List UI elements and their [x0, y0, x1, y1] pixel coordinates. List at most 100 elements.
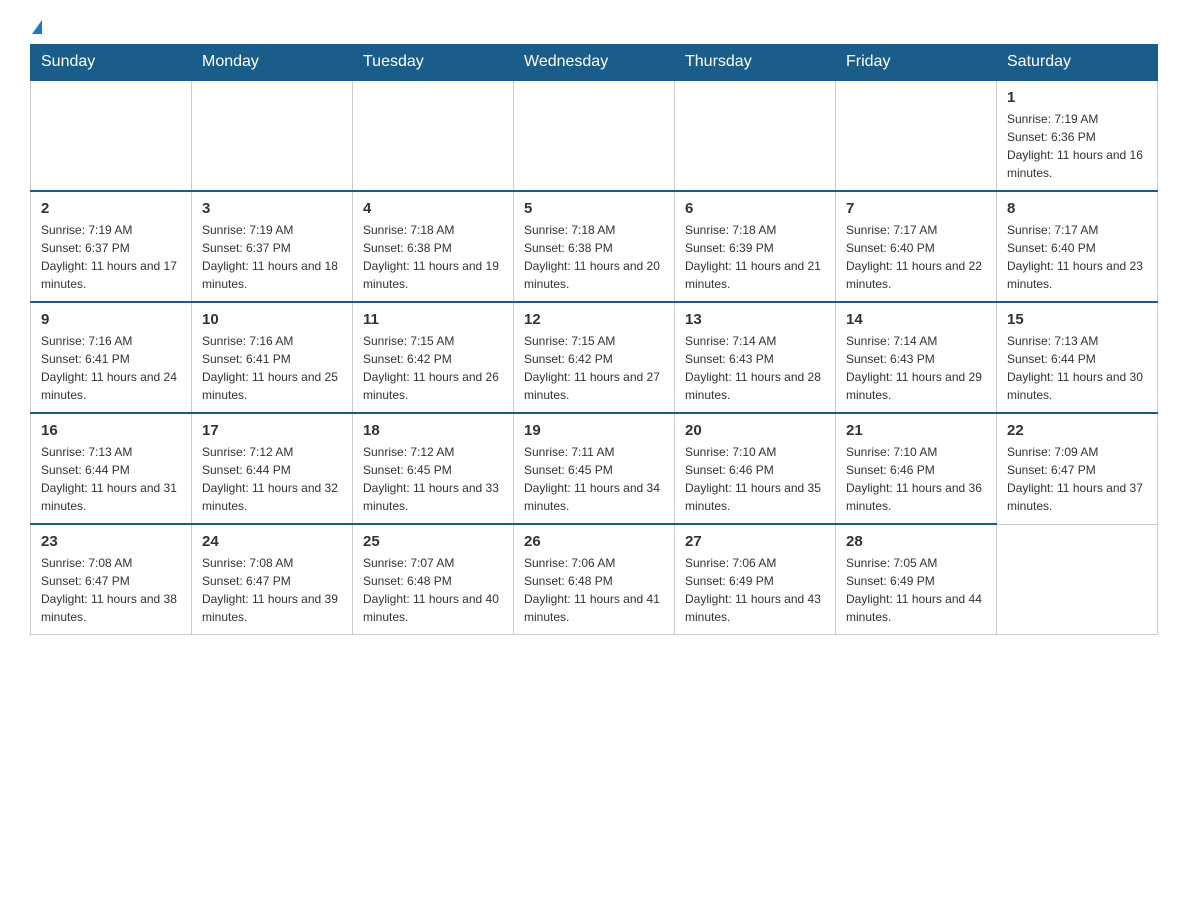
calendar-cell — [514, 80, 675, 191]
calendar-cell: 2 Sunrise: 7:19 AM Sunset: 6:37 PM Daylig… — [31, 191, 192, 302]
calendar-cell: 22 Sunrise: 7:09 AM Sunset: 6:47 PM Dayli… — [997, 413, 1158, 524]
day-info: Sunrise: 7:07 AM Sunset: 6:48 PM Dayligh… — [363, 554, 503, 626]
day-info: Sunrise: 7:05 AM Sunset: 6:49 PM Dayligh… — [846, 554, 986, 626]
calendar-week-4: 16Sunrise: 7:13 AM Sunset: 6:44 PM Dayli… — [31, 413, 1158, 524]
day-info: Sunrise: 7:06 AM Sunset: 6:48 PM Dayligh… — [524, 554, 664, 626]
day-info: Sunrise: 7:15 AM Sunset: 6:42 PM Dayligh… — [363, 332, 503, 404]
day-number: 18 — [363, 422, 503, 439]
calendar-table: SundayMondayTuesdayWednesdayThursdayFrid… — [30, 44, 1158, 635]
calendar-cell: 1 Sunrise: 7:19 AM Sunset: 6:36 PM Daylig… — [997, 80, 1158, 191]
day-info: Sunrise: 7:17 AM Sunset: 6:40 PM Dayligh… — [1007, 221, 1147, 293]
day-info: Sunrise: 7:18 AM Sunset: 6:38 PM Dayligh… — [524, 221, 664, 293]
day-number: 21 — [846, 422, 986, 439]
day-number: 13 — [685, 311, 825, 328]
day-info: Sunrise: 7:12 AM Sunset: 6:45 PM Dayligh… — [363, 443, 503, 515]
calendar-cell: 18 Sunrise: 7:12 AM Sunset: 6:45 PM Dayli… — [353, 413, 514, 524]
calendar-cell: 28 Sunrise: 7:05 AM Sunset: 6:49 PM Dayli… — [836, 524, 997, 635]
day-info: Sunrise: 7:11 AM Sunset: 6:45 PM Dayligh… — [524, 443, 664, 515]
day-info: Sunrise: 7:18 AM Sunset: 6:38 PM Dayligh… — [363, 221, 503, 293]
day-number: 20 — [685, 422, 825, 439]
calendar-cell: 9 Sunrise: 7:16 AM Sunset: 6:41 PM Daylig… — [31, 302, 192, 413]
day-number: 24 — [202, 533, 342, 550]
day-number: 2 — [41, 200, 181, 217]
day-info: Sunrise: 7:10 AM Sunset: 6:46 PM Dayligh… — [685, 443, 825, 515]
calendar-header-monday: Monday — [192, 45, 353, 81]
day-number: 1 — [1007, 89, 1147, 106]
day-info: Sunrise: 7:17 AM Sunset: 6:40 PM Dayligh… — [846, 221, 986, 293]
calendar-cell: 24 Sunrise: 7:08 AM Sunset: 6:47 PM Dayli… — [192, 524, 353, 635]
day-number: 3 — [202, 200, 342, 217]
day-info: Sunrise: 7:19 AM Sunset: 6:37 PM Dayligh… — [202, 221, 342, 293]
calendar-cell — [192, 80, 353, 191]
day-number: 11 — [363, 311, 503, 328]
day-number: 17 — [202, 422, 342, 439]
calendar-cell: 21 Sunrise: 7:10 AM Sunset: 6:46 PM Dayli… — [836, 413, 997, 524]
day-info: Sunrise: 7:18 AM Sunset: 6:39 PM Dayligh… — [685, 221, 825, 293]
day-number: 23 — [41, 533, 181, 550]
calendar-cell: 11 Sunrise: 7:15 AM Sunset: 6:42 PM Dayli… — [353, 302, 514, 413]
calendar-cell: 27Sunrise: 7:06 AM Sunset: 6:49 PM Dayli… — [675, 524, 836, 635]
day-info: Sunrise: 7:15 AM Sunset: 6:42 PM Dayligh… — [524, 332, 664, 404]
day-number: 25 — [363, 533, 503, 550]
calendar-header-sunday: Sunday — [31, 45, 192, 81]
day-number: 22 — [1007, 422, 1147, 439]
day-number: 14 — [846, 311, 986, 328]
day-info: Sunrise: 7:10 AM Sunset: 6:46 PM Dayligh… — [846, 443, 986, 515]
calendar-cell: 26 Sunrise: 7:06 AM Sunset: 6:48 PM Dayli… — [514, 524, 675, 635]
calendar-cell — [31, 80, 192, 191]
day-info: Sunrise: 7:12 AM Sunset: 6:44 PM Dayligh… — [202, 443, 342, 515]
day-info: Sunrise: 7:09 AM Sunset: 6:47 PM Dayligh… — [1007, 443, 1147, 515]
calendar-header-thursday: Thursday — [675, 45, 836, 81]
calendar-cell: 8 Sunrise: 7:17 AM Sunset: 6:40 PM Daylig… — [997, 191, 1158, 302]
day-info: Sunrise: 7:14 AM Sunset: 6:43 PM Dayligh… — [846, 332, 986, 404]
calendar-week-3: 9 Sunrise: 7:16 AM Sunset: 6:41 PM Daylig… — [31, 302, 1158, 413]
day-info: Sunrise: 7:13 AM Sunset: 6:44 PM Dayligh… — [1007, 332, 1147, 404]
day-number: 19 — [524, 422, 664, 439]
day-info: Sunrise: 7:14 AM Sunset: 6:43 PM Dayligh… — [685, 332, 825, 404]
day-info: Sunrise: 7:19 AM Sunset: 6:36 PM Dayligh… — [1007, 110, 1147, 182]
day-info: Sunrise: 7:19 AM Sunset: 6:37 PM Dayligh… — [41, 221, 181, 293]
day-info: Sunrise: 7:08 AM Sunset: 6:47 PM Dayligh… — [41, 554, 181, 626]
calendar-cell: 14 Sunrise: 7:14 AM Sunset: 6:43 PM Dayli… — [836, 302, 997, 413]
day-number: 26 — [524, 533, 664, 550]
calendar-cell: 15Sunrise: 7:13 AM Sunset: 6:44 PM Dayli… — [997, 302, 1158, 413]
calendar-cell: 6 Sunrise: 7:18 AM Sunset: 6:39 PM Daylig… — [675, 191, 836, 302]
calendar-header-friday: Friday — [836, 45, 997, 81]
day-info: Sunrise: 7:06 AM Sunset: 6:49 PM Dayligh… — [685, 554, 825, 626]
day-number: 10 — [202, 311, 342, 328]
day-number: 5 — [524, 200, 664, 217]
logo — [30, 20, 42, 34]
day-number: 12 — [524, 311, 664, 328]
calendar-cell — [353, 80, 514, 191]
page-header — [30, 20, 1158, 34]
day-info: Sunrise: 7:16 AM Sunset: 6:41 PM Dayligh… — [41, 332, 181, 404]
calendar-cell — [997, 524, 1158, 635]
calendar-cell: 10 Sunrise: 7:16 AM Sunset: 6:41 PM Dayli… — [192, 302, 353, 413]
calendar-week-1: 1 Sunrise: 7:19 AM Sunset: 6:36 PM Daylig… — [31, 80, 1158, 191]
calendar-week-2: 2 Sunrise: 7:19 AM Sunset: 6:37 PM Daylig… — [31, 191, 1158, 302]
calendar-header-tuesday: Tuesday — [353, 45, 514, 81]
day-info: Sunrise: 7:08 AM Sunset: 6:47 PM Dayligh… — [202, 554, 342, 626]
calendar-cell: 5 Sunrise: 7:18 AM Sunset: 6:38 PM Daylig… — [514, 191, 675, 302]
calendar-cell: 20 Sunrise: 7:10 AM Sunset: 6:46 PM Dayli… — [675, 413, 836, 524]
day-info: Sunrise: 7:13 AM Sunset: 6:44 PM Dayligh… — [41, 443, 181, 515]
calendar-cell: 3 Sunrise: 7:19 AM Sunset: 6:37 PM Daylig… — [192, 191, 353, 302]
calendar-cell: 16Sunrise: 7:13 AM Sunset: 6:44 PM Dayli… — [31, 413, 192, 524]
calendar-cell: 12 Sunrise: 7:15 AM Sunset: 6:42 PM Dayli… — [514, 302, 675, 413]
calendar-cell: 23 Sunrise: 7:08 AM Sunset: 6:47 PM Dayli… — [31, 524, 192, 635]
calendar-cell: 13 Sunrise: 7:14 AM Sunset: 6:43 PM Dayli… — [675, 302, 836, 413]
calendar-cell: 4 Sunrise: 7:18 AM Sunset: 6:38 PM Daylig… — [353, 191, 514, 302]
day-number: 8 — [1007, 200, 1147, 217]
day-number: 9 — [41, 311, 181, 328]
day-info: Sunrise: 7:16 AM Sunset: 6:41 PM Dayligh… — [202, 332, 342, 404]
logo-triangle-icon — [32, 20, 42, 34]
calendar-cell — [675, 80, 836, 191]
day-number: 28 — [846, 533, 986, 550]
day-number: 7 — [846, 200, 986, 217]
calendar-cell: 25 Sunrise: 7:07 AM Sunset: 6:48 PM Dayli… — [353, 524, 514, 635]
calendar-header-row: SundayMondayTuesdayWednesdayThursdayFrid… — [31, 45, 1158, 81]
day-number: 6 — [685, 200, 825, 217]
calendar-cell: 19 Sunrise: 7:11 AM Sunset: 6:45 PM Dayli… — [514, 413, 675, 524]
day-number: 4 — [363, 200, 503, 217]
calendar-cell: 17 Sunrise: 7:12 AM Sunset: 6:44 PM Dayli… — [192, 413, 353, 524]
